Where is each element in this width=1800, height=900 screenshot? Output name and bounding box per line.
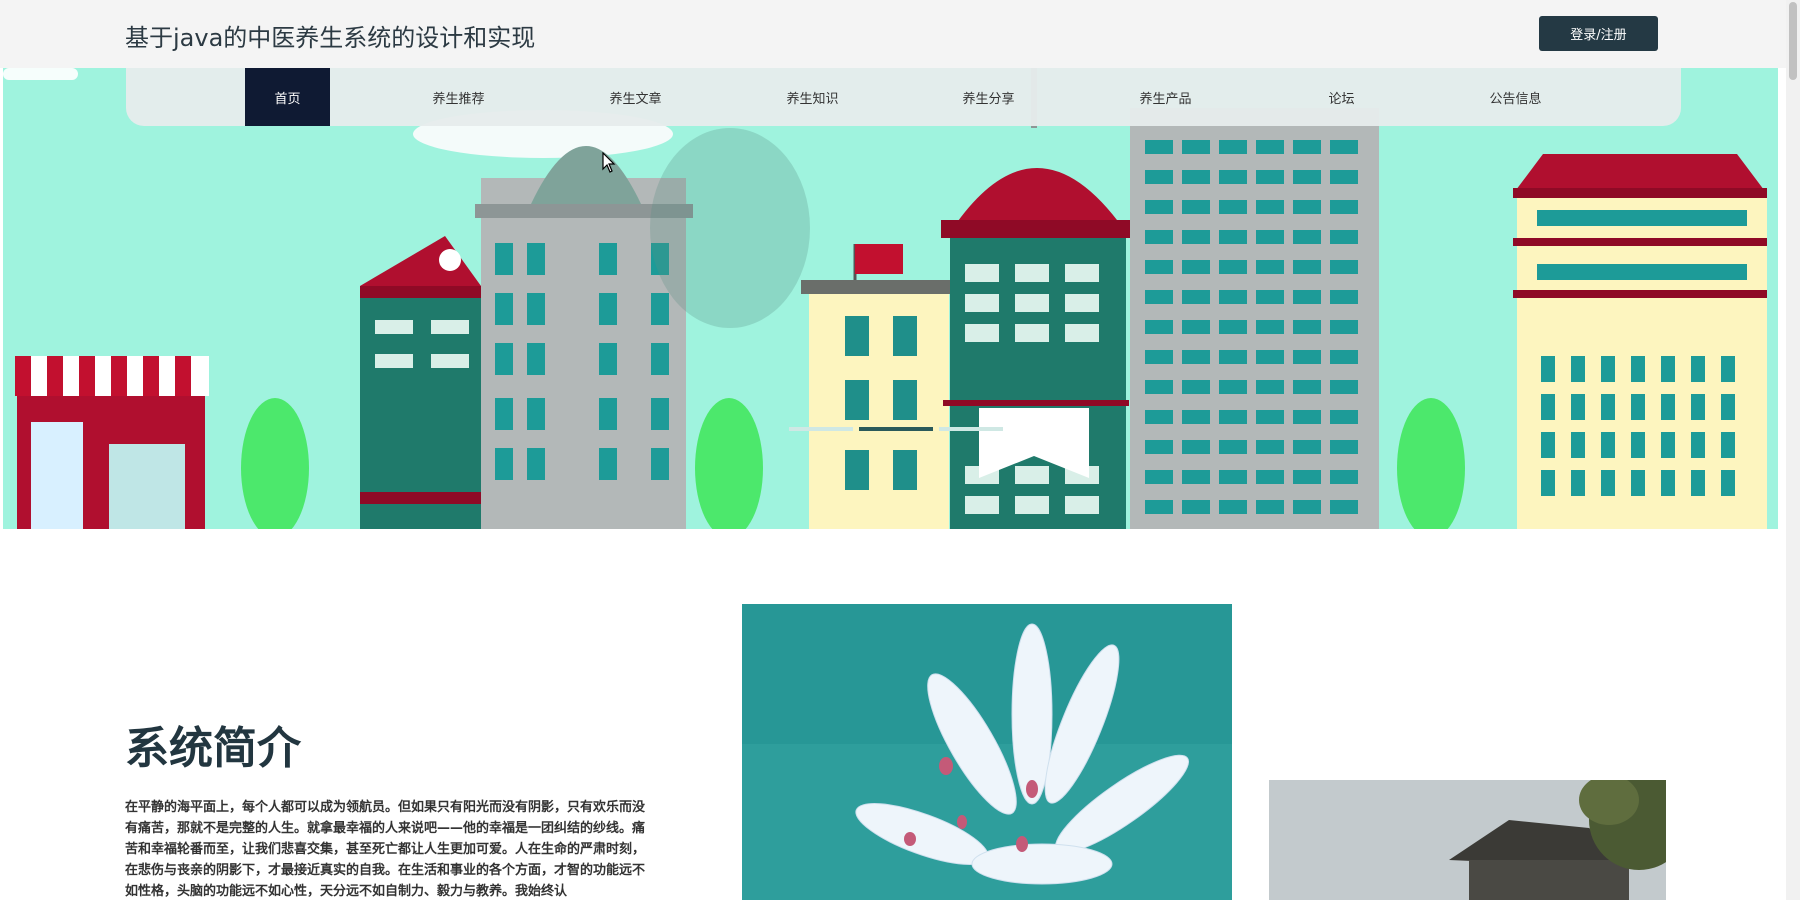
login-register-button[interactable]: 登录/注册 [1539,16,1658,51]
nav-item-forum[interactable]: 论坛 [1299,68,1384,126]
mouse-pointer-icon [602,151,616,178]
nav-item-recommend[interactable]: 养生推荐 [416,68,501,126]
banner-carousel[interactable] [3,68,1778,529]
nav-item-share[interactable]: 养生分享 [946,68,1031,126]
intro-title: 系统简介 [125,723,301,774]
nav-item-products[interactable]: 养生产品 [1123,68,1208,126]
nav-item-announcements[interactable]: 公告信息 [1473,68,1558,126]
top-header: 基于java的中医养生系统的设计和实现 登录/注册 [0,0,1800,68]
main-nav: 首页 养生推荐 养生文章 养生知识 养生分享 养生产品 论坛 公告信息 [126,68,1681,126]
page-scrollbar[interactable] [1786,0,1800,900]
flower-photo [742,604,1232,900]
nav-item-articles[interactable]: 养生文章 [593,68,678,126]
nav-item-home[interactable]: 首页 [245,68,330,126]
intro-text: 在平静的海平面上，每个人都可以成为领航员。但如果只有阳光而没有阴影，只有欢乐而没… [125,800,646,899]
site-title: 基于java的中医养生系统的设计和实现 [125,24,536,52]
scrollbar-thumb[interactable] [1789,2,1797,80]
nav-item-knowledge[interactable]: 养生知识 [770,68,855,126]
pavilion-photo [1269,780,1666,900]
banner-city-illustration [3,68,1767,529]
